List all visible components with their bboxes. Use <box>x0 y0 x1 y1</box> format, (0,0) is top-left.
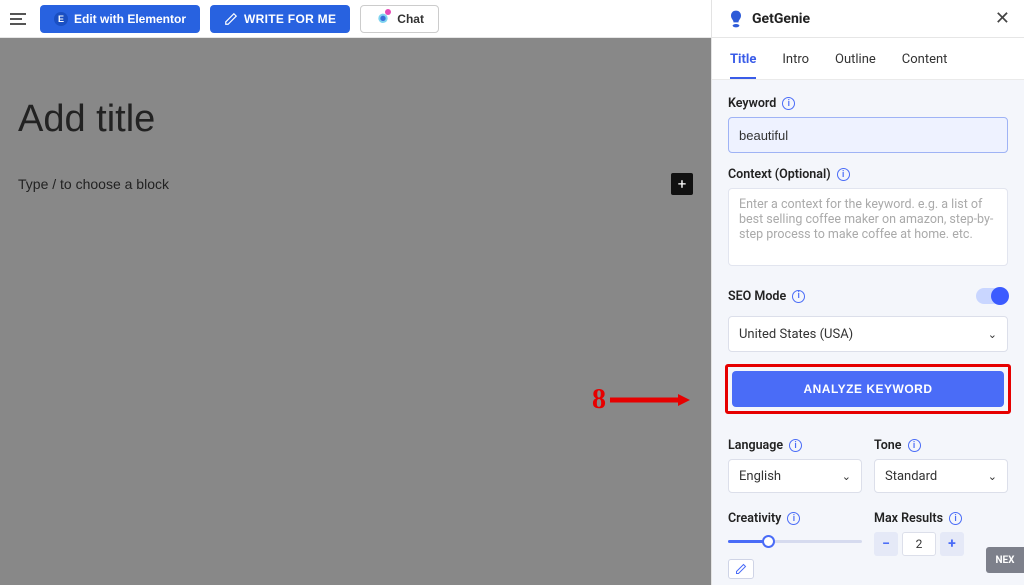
creativity-slider[interactable] <box>728 532 862 552</box>
chevron-down-icon: ⌄ <box>988 470 997 483</box>
seo-mode-row: SEO Mode i <box>728 288 1008 304</box>
stepper-value: 2 <box>902 532 936 556</box>
tone-value: Standard <box>885 469 937 484</box>
keyword-label: Keyword i <box>728 96 1008 111</box>
chevron-down-icon: ⌄ <box>988 328 997 341</box>
add-block-button[interactable]: + <box>671 173 693 195</box>
brand: GetGenie <box>726 9 810 29</box>
tone-select[interactable]: Standard ⌄ <box>874 459 1008 493</box>
tab-intro[interactable]: Intro <box>782 52 809 79</box>
keyword-input[interactable] <box>728 117 1008 153</box>
elementor-icon: E <box>54 12 68 26</box>
block-row: + <box>18 173 693 195</box>
info-icon[interactable]: i <box>789 439 802 452</box>
edit-with-elementor-button[interactable]: E Edit with Elementor <box>40 5 200 33</box>
getgenie-logo-icon <box>726 9 746 29</box>
country-select[interactable]: United States (USA) ⌄ <box>728 316 1008 352</box>
analyze-highlight: ANALYZE KEYWORD <box>725 364 1011 414</box>
getgenie-panel: GetGenie ✕ Title Intro Outline Content K… <box>711 0 1024 585</box>
write-action-button[interactable] <box>728 559 754 579</box>
tone-label: Tone i <box>874 438 1008 453</box>
country-value: United States (USA) <box>739 327 853 342</box>
tab-outline[interactable]: Outline <box>835 52 876 79</box>
pen-icon <box>224 12 238 26</box>
info-icon[interactable]: i <box>837 168 850 181</box>
post-title-input[interactable] <box>18 98 693 141</box>
chat-label: Chat <box>397 12 424 26</box>
creativity-label: Creativity i <box>728 511 862 526</box>
editor-area: + <box>0 38 711 585</box>
write-for-me-button[interactable]: WRITE FOR ME <box>210 5 350 33</box>
info-icon[interactable]: i <box>792 290 805 303</box>
analyze-keyword-button[interactable]: ANALYZE KEYWORD <box>732 371 1004 407</box>
pen-icon <box>735 563 747 575</box>
info-icon[interactable]: i <box>908 439 921 452</box>
info-icon[interactable]: i <box>787 512 800 525</box>
chat-button[interactable]: Chat <box>360 5 439 33</box>
context-input[interactable] <box>728 188 1008 266</box>
block-prompt-input[interactable] <box>18 176 438 192</box>
notification-dot-icon <box>385 9 391 15</box>
tab-title[interactable]: Title <box>730 52 756 79</box>
close-icon[interactable]: ✕ <box>995 8 1010 29</box>
seo-mode-toggle[interactable] <box>976 288 1008 304</box>
next-button[interactable]: NEX <box>986 547 1024 573</box>
write-label: WRITE FOR ME <box>244 12 336 26</box>
context-label: Context (Optional) i <box>728 167 1008 182</box>
language-select[interactable]: English ⌄ <box>728 459 862 493</box>
stepper-increment[interactable]: + <box>940 532 964 556</box>
menu-icon[interactable] <box>8 8 30 30</box>
info-icon[interactable]: i <box>949 512 962 525</box>
language-label: Language i <box>728 438 862 453</box>
seo-mode-label: SEO Mode i <box>728 289 805 304</box>
panel-body: Keyword i Context (Optional) i SEO Mode … <box>712 80 1024 585</box>
brand-text: GetGenie <box>752 11 810 27</box>
chevron-down-icon: ⌄ <box>842 470 851 483</box>
language-value: English <box>739 469 781 484</box>
info-icon[interactable]: i <box>782 97 795 110</box>
tab-content[interactable]: Content <box>902 52 948 79</box>
max-results-label: Max Results i <box>874 511 1008 526</box>
tabs: Title Intro Outline Content <box>712 38 1024 80</box>
stepper-decrement[interactable]: − <box>874 532 898 556</box>
elementor-label: Edit with Elementor <box>74 12 186 26</box>
panel-header: GetGenie ✕ <box>712 0 1024 38</box>
